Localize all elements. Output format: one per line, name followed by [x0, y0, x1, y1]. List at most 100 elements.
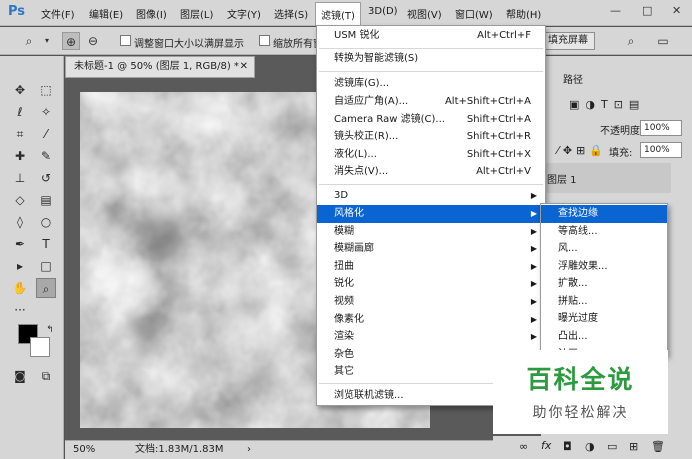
- more-tools-icon[interactable]: ···: [10, 300, 30, 320]
- menu-item-adaptive-wide[interactable]: 自适应广角(A)... Alt+Shift+Ctrl+A: [317, 93, 545, 111]
- menu-item-vanishing-point[interactable]: 消失点(V)... Alt+Ctrl+V: [317, 163, 545, 181]
- chevron-down-icon[interactable]: ▾: [38, 32, 56, 50]
- workspace-icon[interactable]: ▭: [654, 32, 672, 50]
- menu-help[interactable]: 帮助(H): [506, 6, 541, 21]
- gradient-tool-icon[interactable]: ▤: [36, 190, 56, 210]
- menu-view[interactable]: 视图(V): [407, 6, 442, 21]
- lasso-tool-icon[interactable]: ℓ: [10, 102, 30, 122]
- submenu-item-emboss[interactable]: 浮雕效果...: [541, 258, 667, 276]
- submenu-item-diffuse[interactable]: 扩散...: [541, 275, 667, 293]
- marquee-tool-icon[interactable]: ⬚: [36, 80, 56, 100]
- lock-icons[interactable]: ⁄✥⊞🔒: [557, 144, 607, 157]
- close-button[interactable]: ✕: [672, 4, 681, 17]
- maximize-button[interactable]: □: [642, 4, 652, 17]
- swap-colors-icon[interactable]: ↰: [40, 320, 60, 340]
- new-layer-icon[interactable]: ⊞: [629, 440, 638, 453]
- shape-tool-icon[interactable]: □: [36, 256, 56, 276]
- watermark: 百科全说 助你轻松解决: [493, 350, 668, 434]
- history-brush-icon[interactable]: ↺: [36, 168, 56, 188]
- menu-item-filter-gallery[interactable]: 滤镜库(G)...: [317, 75, 545, 93]
- background-color-swatch[interactable]: [30, 337, 50, 357]
- submenu-item-extrude[interactable]: 凸出...: [541, 328, 667, 346]
- layer-row[interactable]: 图层 1: [541, 163, 671, 193]
- eraser-tool-icon[interactable]: ◇: [10, 190, 30, 210]
- dodge-tool-icon[interactable]: ○: [36, 212, 56, 232]
- fill-field[interactable]: 100%: [640, 142, 682, 158]
- folder-icon[interactable]: ▭: [607, 440, 617, 453]
- layer-filter-icons[interactable]: ▣◑T⊡▤: [569, 98, 645, 111]
- arrow-right-icon: ▶: [530, 297, 537, 306]
- menu-item-video[interactable]: 视频 ▶: [317, 293, 545, 311]
- fill-screen-button[interactable]: 填充屏幕: [541, 32, 595, 50]
- menu-item-pixelate[interactable]: 像素化 ▶: [317, 311, 545, 329]
- zoom-tool-icon[interactable]: ⌕: [36, 278, 56, 298]
- mask-icon[interactable]: ◘: [563, 440, 572, 453]
- menu-item-convert-smart[interactable]: 转换为智能滤镜(S): [317, 50, 545, 68]
- menu-3d[interactable]: 3D(D): [368, 6, 398, 17]
- arrow-right-icon: ▶: [530, 279, 537, 288]
- pen-tool-icon[interactable]: ✒: [10, 234, 30, 254]
- menu-item-camera-raw[interactable]: Camera Raw 滤镜(C)... Shift+Ctrl+A: [317, 111, 545, 129]
- menu-item-usm-sharpen[interactable]: USM 锐化 Alt+Ctrl+F: [317, 27, 545, 45]
- fx-icon[interactable]: fx: [541, 439, 551, 452]
- minimize-button[interactable]: —: [610, 4, 621, 17]
- resize-windows-checkbox[interactable]: [120, 35, 131, 46]
- submenu-item-wind[interactable]: 风...: [541, 240, 667, 258]
- search-icon[interactable]: ⌕: [622, 32, 640, 50]
- menu-filter[interactable]: 滤镜(T): [315, 2, 361, 26]
- magic-wand-icon[interactable]: ✧: [36, 102, 56, 122]
- document-info: 文档:1.83M/1.83M: [135, 444, 224, 455]
- menu-file[interactable]: 文件(F): [41, 6, 75, 21]
- trash-icon[interactable]: 🗑: [651, 440, 665, 453]
- zoom-tool-icon[interactable]: ⌕: [20, 32, 38, 50]
- stamp-tool-icon[interactable]: ⊥: [10, 168, 30, 188]
- zoom-level[interactable]: 50%: [73, 441, 95, 459]
- chevron-right-icon[interactable]: ›: [247, 441, 251, 459]
- screen-mode-icon[interactable]: ⧉: [36, 366, 56, 386]
- arrow-right-icon: ▶: [530, 191, 537, 200]
- brush-tool-icon[interactable]: ✎: [36, 146, 56, 166]
- menu-window[interactable]: 窗口(W): [455, 6, 493, 21]
- arrow-right-icon: ▶: [530, 244, 537, 253]
- stylize-submenu: 查找边缘 等高线... 风... 浮雕效果... 扩散... 拼贴... 曝光过…: [540, 203, 668, 356]
- submenu-item-solarize[interactable]: 曝光过度: [541, 310, 667, 328]
- opacity-field[interactable]: 100%: [640, 120, 682, 136]
- adjustment-icon[interactable]: ◑: [585, 440, 595, 453]
- menu-item-render[interactable]: 渲染 ▶: [317, 328, 545, 346]
- zoom-out-icon[interactable]: ⊖: [84, 32, 102, 50]
- path-tab[interactable]: 路径: [563, 71, 583, 86]
- path-select-icon[interactable]: ▸: [10, 256, 30, 276]
- submenu-item-find-edges[interactable]: 查找边缘: [541, 205, 667, 223]
- blur-tool-icon[interactable]: ◊: [10, 212, 30, 232]
- menu-item-blur-gallery[interactable]: 模糊画廊 ▶: [317, 240, 545, 258]
- arrow-right-icon: ▶: [530, 209, 537, 218]
- menu-item-lens-correction[interactable]: 镜头校正(R)... Shift+Ctrl+R: [317, 128, 545, 146]
- healing-brush-icon[interactable]: ✚: [10, 146, 30, 166]
- menu-layer[interactable]: 图层(L): [180, 6, 213, 21]
- photoshop-logo: Ps: [8, 4, 26, 19]
- zoom-in-icon[interactable]: ⊕: [62, 32, 80, 50]
- submenu-item-tiles[interactable]: 拼贴...: [541, 293, 667, 311]
- menu-item-sharpen[interactable]: 锐化 ▶: [317, 275, 545, 293]
- menu-edit[interactable]: 编辑(E): [89, 6, 123, 21]
- submenu-item-contour[interactable]: 等高线...: [541, 223, 667, 241]
- move-tool-icon[interactable]: ✥: [10, 80, 30, 100]
- menu-select[interactable]: 选择(S): [274, 6, 308, 21]
- menu-image[interactable]: 图像(I): [136, 6, 167, 21]
- type-tool-icon[interactable]: T: [36, 234, 56, 254]
- hand-tool-icon[interactable]: ✋: [10, 278, 30, 298]
- menu-item-liquify[interactable]: 液化(L)... Shift+Ctrl+X: [317, 146, 545, 164]
- eyedropper-icon[interactable]: ⁄: [36, 124, 56, 144]
- close-icon[interactable]: ✕: [240, 57, 248, 77]
- quick-mask-icon[interactable]: ◙: [10, 366, 30, 386]
- menu-item-stylize[interactable]: 风格化 ▶: [317, 205, 545, 223]
- menu-type[interactable]: 文字(Y): [227, 6, 261, 21]
- menu-item-distort[interactable]: 扭曲 ▶: [317, 258, 545, 276]
- crop-tool-icon[interactable]: ⌗: [10, 124, 30, 144]
- document-tab[interactable]: 未标题-1 @ 50% (图层 1, RGB/8) * ✕: [65, 56, 255, 78]
- zoom-all-checkbox[interactable]: [259, 35, 270, 46]
- link-icon[interactable]: ∞: [519, 440, 528, 453]
- menu-item-blur[interactable]: 模糊 ▶: [317, 223, 545, 241]
- menu-item-3d[interactable]: 3D ▶: [317, 187, 545, 205]
- fill-label: 填充:: [609, 148, 633, 159]
